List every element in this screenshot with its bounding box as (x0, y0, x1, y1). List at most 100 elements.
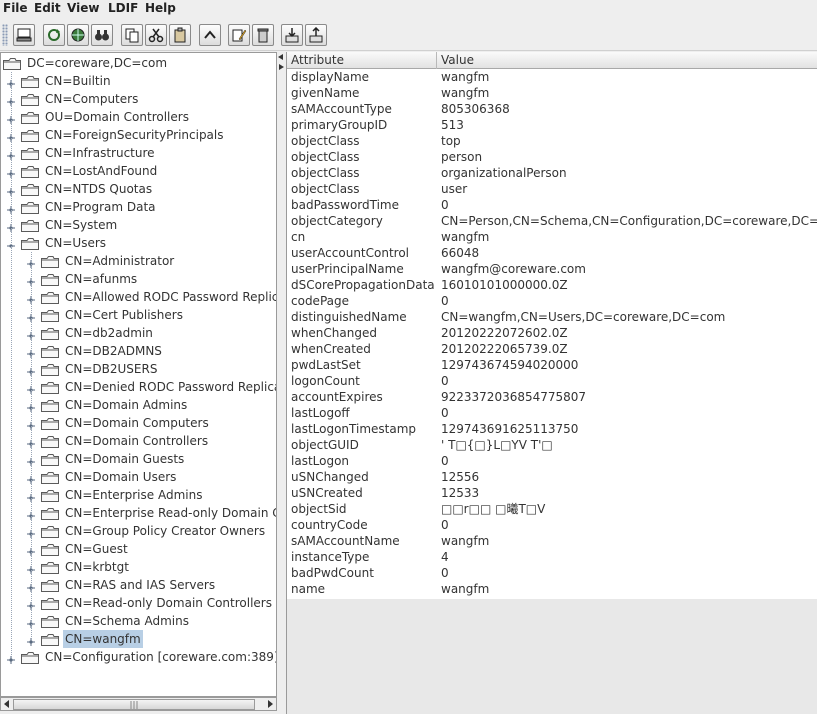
table-row[interactable]: codePage 0 (287, 293, 817, 309)
menu-edit[interactable]: Edit (34, 1, 61, 15)
menu-ldif[interactable]: LDIF (108, 1, 138, 15)
table-row[interactable]: lastLogoff 0 (287, 405, 817, 421)
table-row[interactable]: uSNCreated 12533 (287, 485, 817, 501)
table-row[interactable]: lastLogon 0 (287, 453, 817, 469)
table-row[interactable]: objectClass top (287, 133, 817, 149)
collapse-right-icon[interactable] (278, 64, 284, 70)
schema-button[interactable] (67, 24, 89, 46)
table-row[interactable]: sAMAccountName wangfm (287, 533, 817, 549)
attribute-name-cell: instanceType (291, 550, 370, 564)
table-row[interactable]: cn wangfm (287, 229, 817, 245)
tree-item-label: CN=krbtgt (65, 560, 129, 574)
refresh-button[interactable] (43, 24, 65, 46)
scrollbar-thumb[interactable] (13, 699, 255, 710)
folder-icon (41, 471, 59, 484)
attribute-value-cell: top (441, 134, 461, 148)
table-row[interactable]: userPrincipalName wangfm@coreware.com (287, 261, 817, 277)
directory-tree[interactable]: DC=coreware,DC=com CN=Builtin CN=Computers… (0, 52, 277, 697)
tree-item-label: OU=Domain Controllers (45, 110, 189, 124)
tree-item-label: CN=RAS and IAS Servers (65, 578, 216, 592)
export-button[interactable] (305, 24, 327, 46)
table-row[interactable]: badPasswordTime 0 (287, 197, 817, 213)
folder-icon (41, 291, 59, 304)
split-pane-divider[interactable] (277, 52, 286, 712)
edit-button[interactable] (228, 24, 250, 46)
folder-icon (21, 129, 39, 142)
table-row[interactable]: pwdLastSet 129743674594020000 (287, 357, 817, 373)
table-row[interactable]: objectCategory CN=Person,CN=Schema,CN=Con… (287, 213, 817, 229)
table-row[interactable]: name wangfm (287, 581, 817, 597)
table-row[interactable]: dSCorePropagationData 16010101000000.0Z (287, 277, 817, 293)
delete-button[interactable] (252, 24, 274, 46)
tree-item-label: CN=db2admin (65, 326, 153, 340)
table-row[interactable]: objectClass user (287, 181, 817, 197)
collapse-left-icon[interactable] (278, 54, 284, 60)
cut-button[interactable] (145, 24, 167, 46)
folder-icon (41, 489, 59, 502)
folder-icon (41, 453, 59, 466)
attribute-name-cell: objectClass (291, 182, 360, 196)
folder-icon (41, 255, 59, 268)
tree-horizontal-scrollbar[interactable] (0, 697, 277, 711)
folder-icon (21, 93, 39, 106)
folder-icon (41, 381, 59, 394)
column-header-attribute[interactable]: Attribute (287, 52, 437, 69)
attribute-name-cell: userAccountControl (291, 246, 410, 260)
attribute-name-cell: lastLogon (291, 454, 350, 468)
menu-file[interactable]: File (3, 1, 28, 15)
table-row[interactable]: sAMAccountType 805306368 (287, 101, 817, 117)
table-row[interactable]: whenCreated 20120222065739.0Z (287, 341, 817, 357)
search-button[interactable] (91, 24, 113, 46)
paste-button[interactable] (169, 24, 191, 46)
table-row[interactable]: logonCount 0 (287, 373, 817, 389)
folder-icon (21, 219, 39, 232)
copy-button[interactable] (121, 24, 143, 46)
tree-item-label: CN=Cert Publishers (65, 308, 183, 322)
scroll-left-icon[interactable] (1, 698, 13, 710)
column-header-value[interactable]: Value (437, 52, 817, 69)
attribute-value-cell: CN=Person,CN=Schema,CN=Configuration,DC=… (441, 214, 817, 228)
table-row[interactable]: objectClass person (287, 149, 817, 165)
folder-icon (41, 363, 59, 376)
up-button[interactable] (199, 24, 221, 46)
table-row[interactable]: objectSid □□r□□ □曦T□V (287, 501, 817, 517)
table-row[interactable]: lastLogonTimestamp 129743691625113750 (287, 421, 817, 437)
attribute-table: Attribute Value displayName wangfm givenNa… (286, 52, 817, 714)
menu-help[interactable]: Help (145, 1, 176, 15)
table-row[interactable]: badPwdCount 0 (287, 565, 817, 581)
folder-icon (41, 399, 59, 412)
table-row[interactable]: whenChanged 20120222072602.0Z (287, 325, 817, 341)
table-row[interactable]: userAccountControl 66048 (287, 245, 817, 261)
tree-item-label: CN=Read-only Domain Controllers (65, 596, 272, 610)
table-row[interactable]: countryCode 0 (287, 517, 817, 533)
table-row[interactable]: givenName wangfm (287, 85, 817, 101)
table-row[interactable]: uSNChanged 12556 (287, 469, 817, 485)
computer-icon (16, 28, 32, 42)
table-row[interactable]: primaryGroupID 513 (287, 117, 817, 133)
attribute-name-cell: whenChanged (291, 326, 377, 340)
attribute-name-cell: uSNChanged (291, 470, 369, 484)
binoculars-icon (95, 30, 109, 41)
scroll-right-icon[interactable] (264, 698, 276, 710)
folder-icon (21, 147, 39, 160)
tree-connector (31, 252, 32, 639)
tree-item-label: CN=Domain Admins (65, 398, 188, 412)
attribute-value-cell: 16010101000000.0Z (441, 278, 568, 292)
attribute-value-cell: wangfm (441, 70, 490, 84)
import-button[interactable] (281, 24, 303, 46)
table-row[interactable]: accountExpires 9223372036854775807 (287, 389, 817, 405)
table-row[interactable]: instanceType 4 (287, 549, 817, 565)
table-row[interactable]: distinguishedName CN=wangfm,CN=Users,DC=c… (287, 309, 817, 325)
table-row[interactable]: objectGUID ' T□{□}L□YV T'□ (287, 437, 817, 453)
edit-icon (232, 29, 247, 42)
table-row[interactable]: displayName wangfm (287, 69, 817, 85)
toolbar-grip[interactable] (2, 24, 8, 46)
tree-item-label: CN=Infrastructure (45, 146, 155, 160)
connect-button[interactable] (13, 24, 35, 46)
tree-item-label: CN=Computers (45, 92, 139, 106)
menu-view[interactable]: View (67, 1, 99, 15)
attribute-value-cell: 4 (441, 550, 449, 564)
attribute-value-cell: 12556 (441, 470, 480, 484)
folder-icon (41, 327, 59, 340)
table-row[interactable]: objectClass organizationalPerson (287, 165, 817, 181)
